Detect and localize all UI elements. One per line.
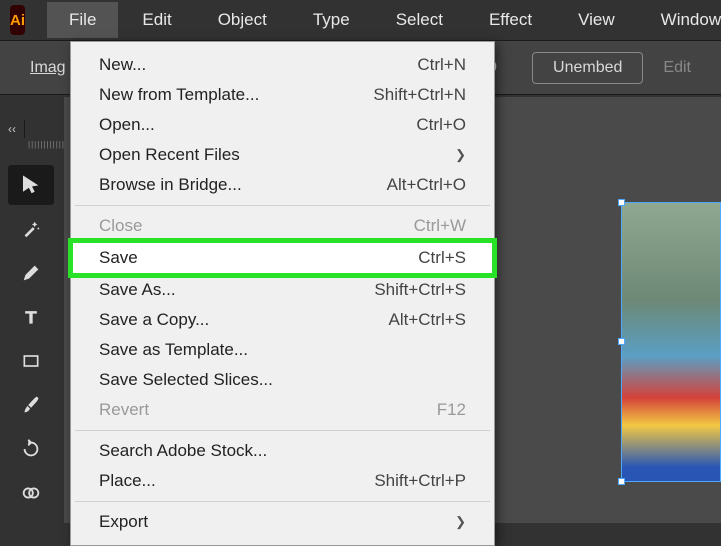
menu-separator [75,205,490,206]
menu-item-save-copy[interactable]: Save a Copy...Alt+Ctrl+S [71,305,494,335]
menu-item-new-from-template[interactable]: New from Template...Shift+Ctrl+N [71,80,494,110]
pen-tool[interactable] [8,253,54,293]
menu-item-close: CloseCtrl+W [71,211,494,241]
file-menu-dropdown: New...Ctrl+N New from Template...Shift+C… [70,41,495,546]
shape-builder-tool[interactable] [8,473,54,513]
menu-separator [75,501,490,502]
toolbar [3,165,58,513]
type-tool[interactable] [8,297,54,337]
menu-item-search-stock[interactable]: Search Adobe Stock... [71,436,494,466]
menu-item-place[interactable]: Place...Shift+Ctrl+P [71,466,494,496]
submenu-arrow-icon: ❯ [455,147,466,163]
menu-item-save[interactable]: SaveCtrl+S [71,241,494,275]
menu-item-browse-bridge[interactable]: Browse in Bridge...Alt+Ctrl+O [71,170,494,200]
menu-item-export[interactable]: Export❯ [71,507,494,537]
menu-item-open-recent[interactable]: Open Recent Files❯ [71,140,494,170]
rotate-tool[interactable] [8,429,54,469]
selection-handle[interactable] [618,338,625,345]
menu-effect[interactable]: Effect [467,2,554,38]
menu-item-save-slices[interactable]: Save Selected Slices... [71,365,494,395]
menubar: Ai File Edit Object Type Select Effect V… [0,0,721,40]
menu-object[interactable]: Object [196,2,289,38]
edit-label: Edit [663,59,691,77]
menu-item-save-template[interactable]: Save as Template... [71,335,494,365]
selection-handle[interactable] [618,199,625,206]
submenu-arrow-icon: ❯ [455,514,466,530]
menu-select[interactable]: Select [374,2,465,38]
menu-item-new[interactable]: New...Ctrl+N [71,50,494,80]
menu-window[interactable]: Window [639,2,721,38]
selection-handle[interactable] [618,478,625,485]
menu-file[interactable]: File [47,2,118,38]
menu-edit[interactable]: Edit [120,2,193,38]
rectangle-tool[interactable] [8,341,54,381]
placed-image [622,203,720,481]
collapse-panels-button[interactable]: ‹‹ [0,120,25,138]
menu-separator [75,430,490,431]
options-image-label[interactable]: Imag [30,59,66,77]
menu-item-save-as[interactable]: Save As...Shift+Ctrl+S [71,275,494,305]
placed-image-selection[interactable] [621,202,721,482]
selection-tool[interactable] [8,165,54,205]
app-logo: Ai [10,5,25,35]
paintbrush-tool[interactable] [8,385,54,425]
menu-item-revert: RevertF12 [71,395,494,425]
magic-wand-tool[interactable] [8,209,54,249]
menu-view[interactable]: View [556,2,637,38]
unembed-button[interactable]: Unembed [532,52,643,84]
menu-item-open[interactable]: Open...Ctrl+O [71,110,494,140]
menu-type[interactable]: Type [291,2,372,38]
